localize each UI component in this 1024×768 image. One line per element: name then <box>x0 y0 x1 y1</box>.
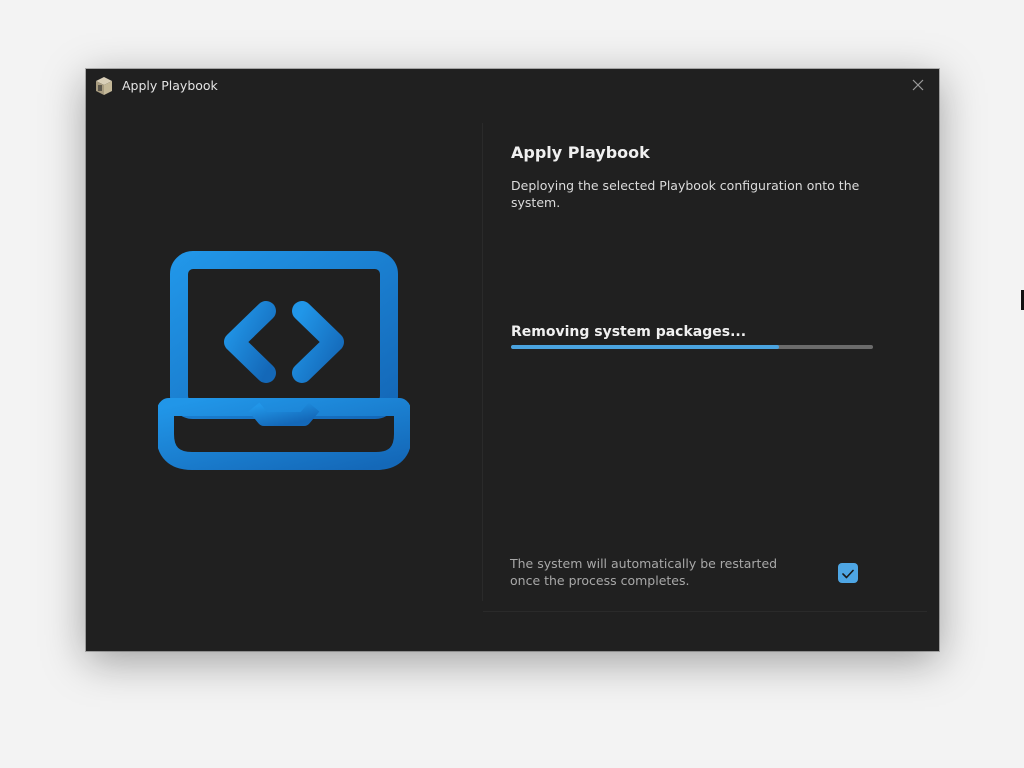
progress-status-text: Removing system packages... <box>511 324 747 340</box>
progress-bar <box>511 345 873 349</box>
progress-bar-fill <box>511 345 779 349</box>
close-icon <box>912 76 924 95</box>
desktop: Apply Playbook Apply Playbook Deploying … <box>0 0 1024 768</box>
checkmark-icon <box>842 564 854 583</box>
restart-notice: The system will automatically be restart… <box>510 556 778 588</box>
content-pane: Apply Playbook Deploying the selected Pl… <box>483 103 939 651</box>
laptop-code-icon <box>156 249 412 471</box>
package-box-icon <box>94 76 114 96</box>
window-title: Apply Playbook <box>122 78 218 93</box>
illustration-pane <box>86 103 482 651</box>
title-bar[interactable]: Apply Playbook <box>86 69 939 103</box>
auto-restart-checkbox[interactable] <box>838 563 858 583</box>
page-title: Apply Playbook <box>511 143 650 162</box>
page-description: Deploying the selected Playbook configur… <box>511 178 860 210</box>
footer-divider <box>483 611 927 612</box>
close-button[interactable] <box>907 74 929 96</box>
apply-playbook-window: Apply Playbook Apply Playbook Deploying … <box>86 69 939 651</box>
